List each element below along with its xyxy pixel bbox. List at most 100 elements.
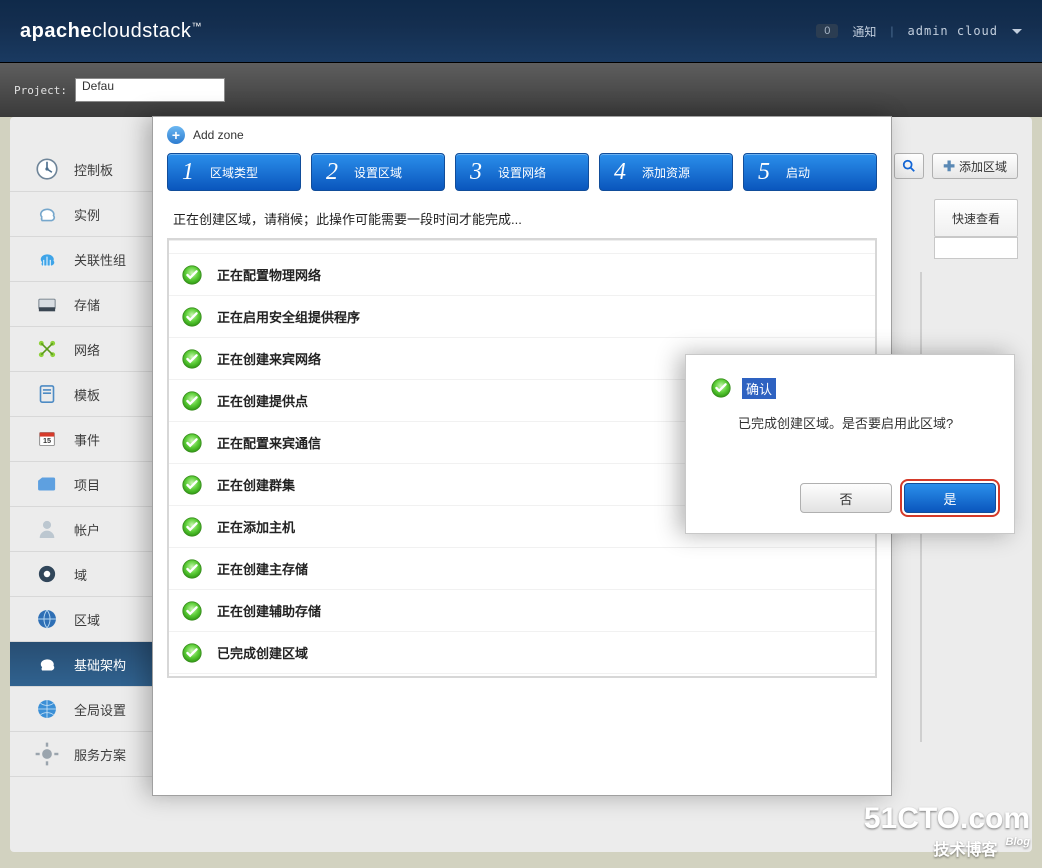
check-circle-icon — [181, 558, 203, 580]
watermark-blog: Blog — [1006, 836, 1030, 848]
task-row: 正在创建辅助存储 — [169, 590, 875, 632]
step-number: 3 — [470, 159, 482, 186]
step-label: 启动 — [786, 164, 810, 181]
add-zone-button[interactable]: ✚ 添加区域 — [932, 153, 1018, 179]
check-circle-icon — [181, 474, 203, 496]
check-circle-icon — [181, 432, 203, 454]
sidebar-icon — [34, 471, 60, 497]
check-circle-icon — [181, 390, 203, 412]
sidebar-item-label: 全局设置 — [74, 700, 126, 719]
watermark-big: 51CTO.com — [864, 802, 1030, 836]
sidebar-item-label: 区域 — [74, 610, 100, 629]
wizard-header: + Add zone — [153, 117, 891, 153]
sidebar-item-label: 项目 — [74, 475, 100, 494]
confirm-buttons: 否 是 — [800, 483, 996, 513]
sidebar-icon — [34, 291, 60, 317]
notification-count-badge[interactable]: 0 — [816, 24, 838, 38]
wizard-message: 正在创建区域，请稍候；此操作可能需要一段时间才能完成... — [153, 191, 891, 238]
check-circle-icon — [710, 377, 732, 399]
task-label: 正在创建辅助存储 — [217, 601, 321, 620]
project-label: Project: — [14, 84, 67, 97]
wizard-title: Add zone — [193, 128, 244, 142]
sidebar-icon — [34, 336, 60, 362]
step-label: 区域类型 — [210, 164, 258, 181]
wizard-step-5[interactable]: 5 启动 — [743, 153, 877, 191]
step-number: 4 — [614, 159, 626, 186]
separator: | — [890, 24, 893, 38]
task-label: 正在创建来宾网络 — [217, 349, 321, 368]
app-header: apachecloudstack™ 0 通知 | admin cloud — [0, 0, 1042, 62]
watermark: 51CTO.com 技术博客 Blog — [864, 802, 1030, 860]
sidebar-item-label: 存储 — [74, 295, 100, 314]
add-zone-label: 添加区域 — [959, 158, 1007, 175]
check-circle-icon — [181, 642, 203, 664]
check-circle-icon — [181, 516, 203, 538]
task-label: 正在配置来宾通信 — [217, 433, 321, 452]
sidebar-item-label: 模板 — [74, 385, 100, 404]
task-row — [169, 240, 875, 254]
chevron-down-icon[interactable] — [1012, 29, 1022, 34]
task-row: 正在启用安全组提供程序 — [169, 296, 875, 338]
step-number: 1 — [182, 159, 194, 186]
sidebar-item-label: 关联性组 — [74, 250, 126, 269]
sidebar-icon — [34, 651, 60, 677]
notification-label[interactable]: 通知 — [852, 23, 876, 40]
add-icon: + — [167, 126, 185, 144]
sidebar-item-label: 帐户 — [74, 520, 100, 539]
confirm-title: 确认 — [742, 378, 776, 399]
confirm-header: 确认 — [686, 355, 1014, 399]
header-right: 0 通知 | admin cloud — [816, 23, 1022, 40]
sidebar-icon — [34, 516, 60, 542]
task-label: 已完成创建区域 — [217, 643, 308, 662]
content-toolbar: ✚ 添加区域 — [894, 153, 1018, 179]
task-row: 正在配置物理网络 — [169, 254, 875, 296]
confirm-dialog: 确认 已完成创建区域。是否要启用此区域? 否 是 — [685, 354, 1015, 534]
sidebar-item-label: 事件 — [74, 430, 100, 449]
task-label: 正在创建主存储 — [217, 559, 308, 578]
confirm-message: 已完成创建区域。是否要启用此区域? — [686, 399, 1014, 432]
task-label: 正在创建群集 — [217, 475, 295, 494]
check-circle-icon — [181, 306, 203, 328]
sidebar-icon — [34, 696, 60, 722]
step-number: 5 — [758, 159, 770, 186]
sidebar-icon: 15 — [34, 426, 60, 452]
quick-view-cell — [934, 237, 1018, 259]
task-label: 正在启用安全组提供程序 — [217, 307, 360, 326]
sidebar-item-label: 控制板 — [74, 160, 113, 179]
svg-text:15: 15 — [43, 436, 51, 445]
search-icon — [902, 159, 916, 173]
sidebar-item-label: 网络 — [74, 340, 100, 359]
wizard-step-2[interactable]: 2 设置区域 — [311, 153, 445, 191]
sidebar-item-label: 基础架构 — [74, 655, 126, 674]
wizard-step-1[interactable]: 1 区域类型 — [167, 153, 301, 191]
sidebar-item-label: 实例 — [74, 205, 100, 224]
step-label: 设置区域 — [354, 164, 402, 181]
sidebar-icon — [34, 561, 60, 587]
wizard-step-3[interactable]: 3 设置网络 — [455, 153, 589, 191]
app-logo: apachecloudstack™ — [20, 20, 202, 43]
step-number: 2 — [326, 159, 338, 186]
sidebar-icon — [34, 246, 60, 272]
yes-button[interactable]: 是 — [904, 483, 996, 513]
search-button[interactable] — [894, 153, 924, 179]
sidebar-icon — [34, 381, 60, 407]
step-label: 设置网络 — [498, 164, 546, 181]
step-label: 添加资源 — [642, 164, 690, 181]
check-circle-icon — [181, 264, 203, 286]
sidebar-icon — [34, 156, 60, 182]
sidebar-item-label: 域 — [74, 565, 87, 584]
project-selector[interactable]: Defau — [75, 78, 225, 102]
user-menu[interactable]: admin cloud — [908, 24, 998, 38]
sidebar-icon — [34, 606, 60, 632]
check-circle-icon — [181, 600, 203, 622]
task-label: 正在配置物理网络 — [217, 265, 321, 284]
wizard-step-4[interactable]: 4 添加资源 — [599, 153, 733, 191]
quick-view-header[interactable]: 快速查看 — [934, 199, 1018, 237]
wizard-steps: 1 区域类型 2 设置区域 3 设置网络 4 添加资源 5 启动 — [153, 153, 891, 191]
task-label: 正在添加主机 — [217, 517, 295, 536]
project-bar: Project: Defau — [0, 62, 1042, 117]
sidebar-icon — [34, 741, 60, 767]
task-label: 正在创建提供点 — [217, 391, 308, 410]
sidebar-item-label: 服务方案 — [74, 745, 126, 764]
no-button[interactable]: 否 — [800, 483, 892, 513]
